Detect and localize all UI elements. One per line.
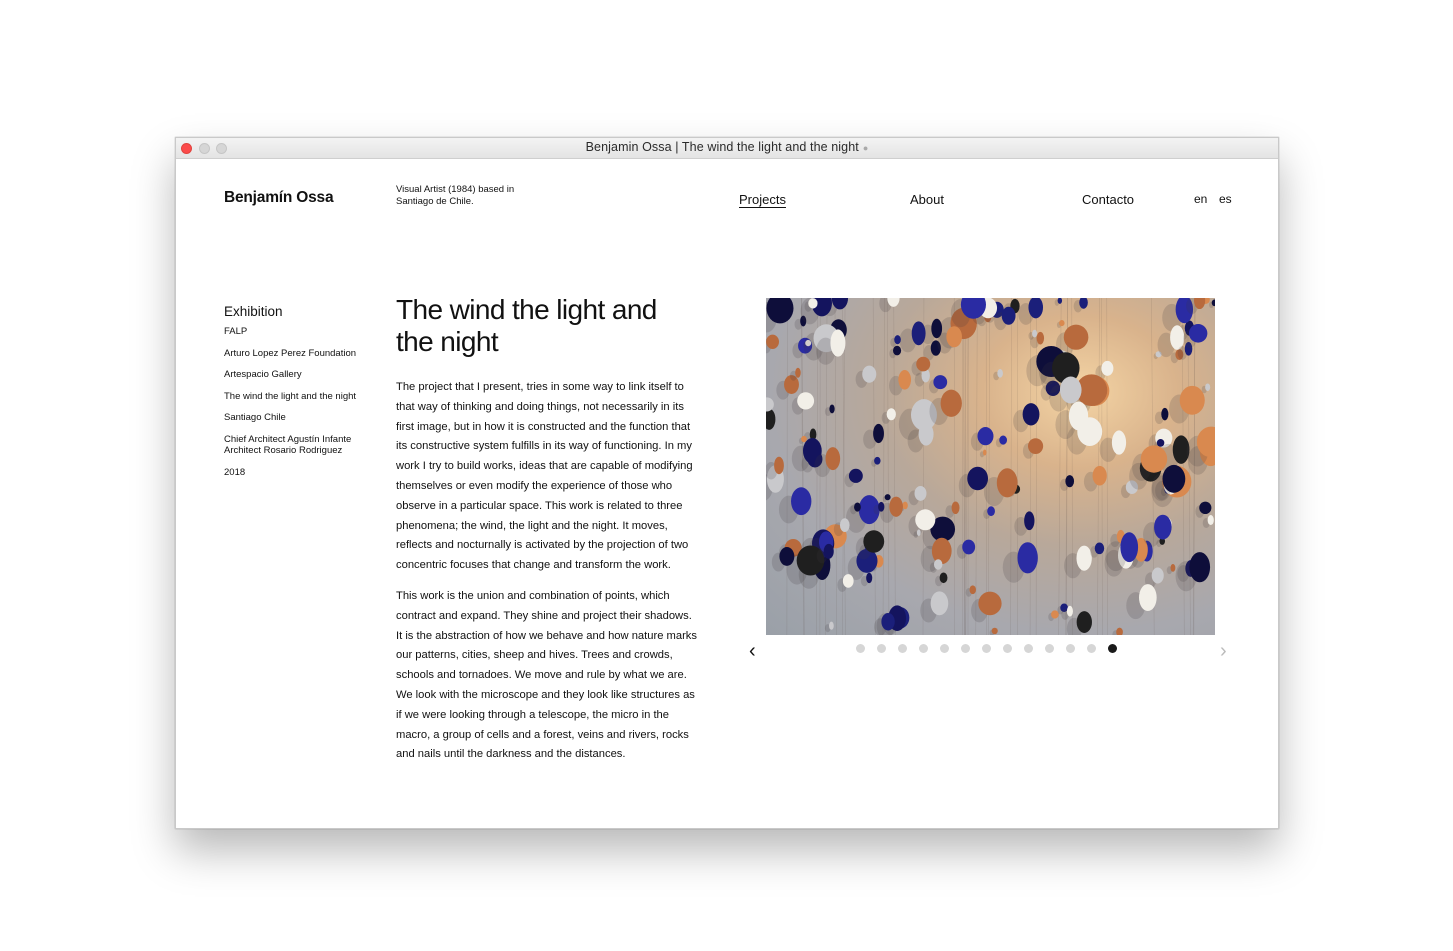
sidebar-heading: Exhibition: [224, 304, 283, 319]
sidebar-item: Santiago Chile: [224, 412, 286, 423]
exhibition-sidebar: Exhibition FALP Arturo Lopez Perez Found…: [224, 304, 364, 488]
sidebar-item: 2018: [224, 466, 246, 478]
carousel-dot[interactable]: [940, 644, 949, 653]
carousel-dot[interactable]: [961, 644, 970, 653]
chevron-left-icon[interactable]: ‹: [749, 641, 756, 661]
carousel-dot[interactable]: [1066, 644, 1075, 653]
title-bar: Benjamin Ossa | The wind the light and t…: [176, 138, 1278, 159]
project-paragraph: This work is the union and combination o…: [396, 590, 697, 761]
sidebar-item: FALP: [224, 326, 248, 337]
lang-es-link[interactable]: es: [1219, 192, 1232, 206]
carousel-dot[interactable]: [1108, 644, 1117, 653]
artwork-image: [766, 298, 1215, 635]
browser-window: Benjamin Ossa | The wind the light and t…: [175, 137, 1279, 829]
carousel-dot[interactable]: [982, 644, 991, 653]
window-title-container: Benjamin Ossa | The wind the light and t…: [176, 140, 1278, 154]
sidebar-item: Arturo Lopez Perez Foundation: [224, 347, 357, 359]
carousel-dot[interactable]: [919, 644, 928, 653]
carousel-dot[interactable]: [856, 644, 865, 653]
sidebar-item: Artespacio Gallery: [224, 369, 302, 380]
carousel-dots: [856, 644, 1117, 653]
carousel-dot[interactable]: [1087, 644, 1096, 653]
site-brand[interactable]: Benjamín Ossa: [224, 189, 334, 207]
lang-en-link[interactable]: en: [1194, 192, 1207, 206]
carousel-dot[interactable]: [1045, 644, 1054, 653]
carousel-dot[interactable]: [877, 644, 886, 653]
carousel-dot[interactable]: [1003, 644, 1012, 653]
nav-about[interactable]: About: [910, 192, 944, 207]
site-tagline: Visual Artist (1984) based in Santiago d…: [396, 184, 515, 207]
project-paragraph: The project that I present, tries in som…: [396, 381, 693, 572]
sidebar-item: Chief Architect Agustín Infante Architec…: [224, 433, 352, 457]
project-title: The wind the light and the night: [396, 294, 657, 357]
nav-contacto[interactable]: Contacto: [1082, 192, 1134, 207]
nav-projects[interactable]: Projects: [739, 192, 786, 207]
window-title: Benjamin Ossa | The wind the light and t…: [585, 140, 859, 154]
artwork-photo: [766, 298, 1215, 635]
carousel-dot[interactable]: [898, 644, 907, 653]
edited-dot-icon: ●: [862, 142, 869, 153]
sidebar-item: The wind the light and the night: [224, 390, 357, 402]
carousel-dot[interactable]: [1024, 644, 1033, 653]
chevron-right-icon[interactable]: ›: [1220, 641, 1227, 661]
